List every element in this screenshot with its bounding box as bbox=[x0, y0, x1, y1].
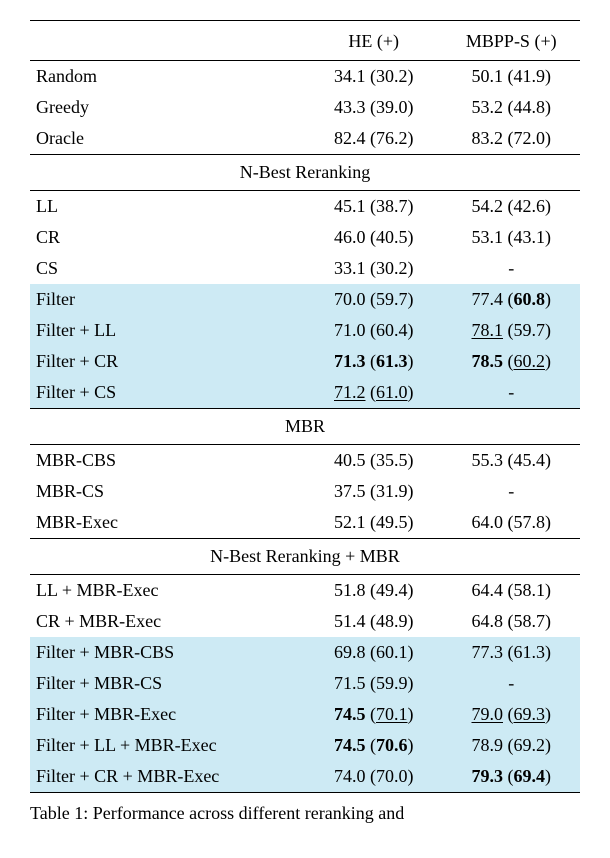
table-row: Oracle 82.4 (76.2) 83.2 (72.0) bbox=[30, 123, 580, 155]
results-table: HE (+) MBPP-S (+) Random 34.1 (30.2) 50.… bbox=[30, 20, 580, 793]
method-cell: Filter + CR bbox=[30, 346, 305, 377]
value-cell: 53.2 (44.8) bbox=[443, 92, 581, 123]
value-cell: - bbox=[443, 377, 581, 409]
value-cell: 70.0 (59.7) bbox=[305, 284, 443, 315]
method-cell: MBR-CS bbox=[30, 476, 305, 507]
value-cell: 74.5 (70.1) bbox=[305, 699, 443, 730]
method-cell: MBR-Exec bbox=[30, 507, 305, 539]
value-cell: 53.1 (43.1) bbox=[443, 222, 581, 253]
value-cell: 77.4 (60.8) bbox=[443, 284, 581, 315]
section-header-mbr: MBR bbox=[30, 409, 580, 445]
value-cell: 55.3 (45.4) bbox=[443, 445, 581, 477]
value-cell: 34.1 (30.2) bbox=[305, 61, 443, 93]
method-cell: Filter + CS bbox=[30, 377, 305, 409]
value-cell: 82.4 (76.2) bbox=[305, 123, 443, 155]
table-row: Filter + MBR-CS 71.5 (59.9) - bbox=[30, 668, 580, 699]
value-cell: 78.5 (60.2) bbox=[443, 346, 581, 377]
table-row: Filter + MBR-CBS 69.8 (60.1) 77.3 (61.3) bbox=[30, 637, 580, 668]
value-cell: 71.3 (61.3) bbox=[305, 346, 443, 377]
value-cell: 46.0 (40.5) bbox=[305, 222, 443, 253]
value-cell: 74.0 (70.0) bbox=[305, 761, 443, 793]
value-cell: - bbox=[443, 668, 581, 699]
method-cell: Greedy bbox=[30, 92, 305, 123]
value-cell: 78.1 (59.7) bbox=[443, 315, 581, 346]
method-cell: Oracle bbox=[30, 123, 305, 155]
table-row: LL 45.1 (38.7) 54.2 (42.6) bbox=[30, 191, 580, 223]
value-cell: 64.0 (57.8) bbox=[443, 507, 581, 539]
value-cell: 79.3 (69.4) bbox=[443, 761, 581, 793]
table-row: Greedy 43.3 (39.0) 53.2 (44.8) bbox=[30, 92, 580, 123]
value-cell: 79.0 (69.3) bbox=[443, 699, 581, 730]
value-cell: 83.2 (72.0) bbox=[443, 123, 581, 155]
table-row: CR 46.0 (40.5) 53.1 (43.1) bbox=[30, 222, 580, 253]
section-label: MBR bbox=[30, 409, 580, 445]
header-row: HE (+) MBPP-S (+) bbox=[30, 21, 580, 61]
table-row: Filter + CR 71.3 (61.3) 78.5 (60.2) bbox=[30, 346, 580, 377]
method-cell: CR + MBR-Exec bbox=[30, 606, 305, 637]
section-label: N-Best Reranking + MBR bbox=[30, 539, 580, 575]
table-row: Filter + CR + MBR-Exec 74.0 (70.0) 79.3 … bbox=[30, 761, 580, 793]
value-cell: 40.5 (35.5) bbox=[305, 445, 443, 477]
value-cell: - bbox=[443, 476, 581, 507]
value-cell: 51.8 (49.4) bbox=[305, 575, 443, 607]
value-cell: 43.3 (39.0) bbox=[305, 92, 443, 123]
method-cell: MBR-CBS bbox=[30, 445, 305, 477]
table-row: Filter + MBR-Exec 74.5 (70.1) 79.0 (69.3… bbox=[30, 699, 580, 730]
method-cell: Filter bbox=[30, 284, 305, 315]
value-cell: 71.2 (61.0) bbox=[305, 377, 443, 409]
col-header-mbpp: MBPP-S (+) bbox=[443, 21, 581, 61]
method-cell: Filter + MBR-CBS bbox=[30, 637, 305, 668]
table-row: Filter + LL 71.0 (60.4) 78.1 (59.7) bbox=[30, 315, 580, 346]
section-header-nbest: N-Best Reranking bbox=[30, 155, 580, 191]
table-caption: Table 1: Performance across different re… bbox=[30, 803, 580, 824]
value-cell: 37.5 (31.9) bbox=[305, 476, 443, 507]
value-cell: 45.1 (38.7) bbox=[305, 191, 443, 223]
section-label: N-Best Reranking bbox=[30, 155, 580, 191]
table-row: Filter + CS 71.2 (61.0) - bbox=[30, 377, 580, 409]
table-row: Filter 70.0 (59.7) 77.4 (60.8) bbox=[30, 284, 580, 315]
table-row: CR + MBR-Exec 51.4 (48.9) 64.8 (58.7) bbox=[30, 606, 580, 637]
value-cell: 52.1 (49.5) bbox=[305, 507, 443, 539]
table-row: CS 33.1 (30.2) - bbox=[30, 253, 580, 284]
value-cell: 54.2 (42.6) bbox=[443, 191, 581, 223]
method-cell: LL bbox=[30, 191, 305, 223]
value-cell: 51.4 (48.9) bbox=[305, 606, 443, 637]
value-cell: 64.8 (58.7) bbox=[443, 606, 581, 637]
value-cell: 64.4 (58.1) bbox=[443, 575, 581, 607]
value-cell: 78.9 (69.2) bbox=[443, 730, 581, 761]
method-cell: Filter + CR + MBR-Exec bbox=[30, 761, 305, 793]
value-cell: 33.1 (30.2) bbox=[305, 253, 443, 284]
table-row: MBR-Exec 52.1 (49.5) 64.0 (57.8) bbox=[30, 507, 580, 539]
method-cell: Filter + LL bbox=[30, 315, 305, 346]
table-row: MBR-CS 37.5 (31.9) - bbox=[30, 476, 580, 507]
table-row: MBR-CBS 40.5 (35.5) 55.3 (45.4) bbox=[30, 445, 580, 477]
table-row: Filter + LL + MBR-Exec 74.5 (70.6) 78.9 … bbox=[30, 730, 580, 761]
method-cell: Filter + MBR-CS bbox=[30, 668, 305, 699]
table-row: LL + MBR-Exec 51.8 (49.4) 64.4 (58.1) bbox=[30, 575, 580, 607]
method-cell: Filter + MBR-Exec bbox=[30, 699, 305, 730]
method-cell: CS bbox=[30, 253, 305, 284]
value-cell: - bbox=[443, 253, 581, 284]
col-header-he: HE (+) bbox=[305, 21, 443, 61]
value-cell: 77.3 (61.3) bbox=[443, 637, 581, 668]
method-cell: LL + MBR-Exec bbox=[30, 575, 305, 607]
value-cell: 74.5 (70.6) bbox=[305, 730, 443, 761]
value-cell: 71.0 (60.4) bbox=[305, 315, 443, 346]
method-cell: Random bbox=[30, 61, 305, 93]
value-cell: 69.8 (60.1) bbox=[305, 637, 443, 668]
table-row: Random 34.1 (30.2) 50.1 (41.9) bbox=[30, 61, 580, 93]
method-cell: Filter + LL + MBR-Exec bbox=[30, 730, 305, 761]
section-header-nbest-mbr: N-Best Reranking + MBR bbox=[30, 539, 580, 575]
method-cell: CR bbox=[30, 222, 305, 253]
value-cell: 71.5 (59.9) bbox=[305, 668, 443, 699]
value-cell: 50.1 (41.9) bbox=[443, 61, 581, 93]
